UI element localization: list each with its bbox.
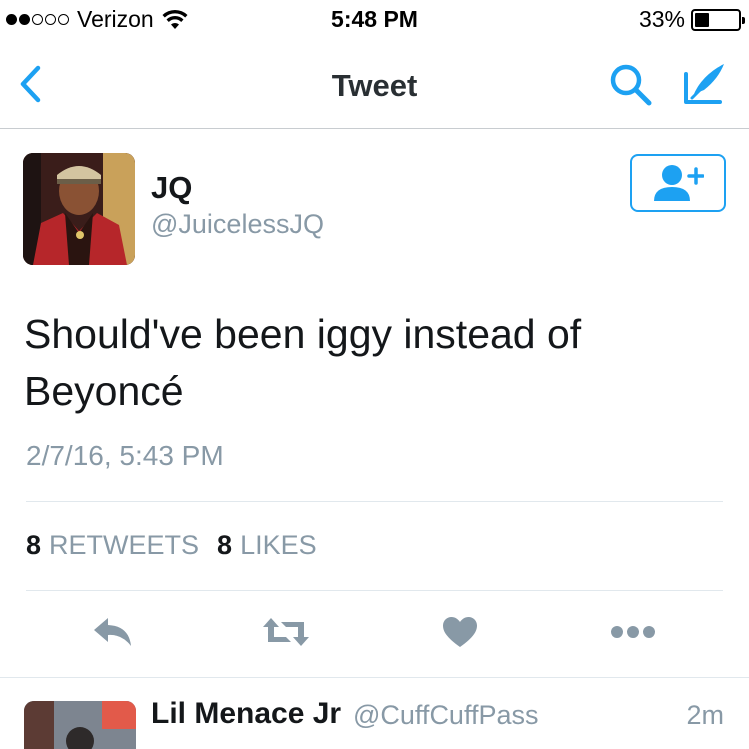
like-button[interactable] (440, 612, 480, 652)
tweet-actions (0, 612, 749, 656)
more-button[interactable] (608, 612, 658, 652)
retweet-button[interactable] (260, 612, 312, 652)
divider (26, 501, 723, 502)
tweet-stats: 8 RETWEETS 8 LIKES (26, 530, 335, 561)
battery-fill (695, 12, 709, 27)
retweets-count: 8 (26, 530, 42, 560)
status-bar: Verizon 5:48 PM 33% (0, 0, 749, 40)
divider (0, 677, 749, 678)
retweet-icon (263, 618, 309, 646)
divider (26, 590, 723, 591)
follow-button[interactable] (630, 154, 726, 212)
reply-icon (94, 618, 131, 646)
nav-bar: Tweet (0, 40, 749, 129)
status-left: Verizon (6, 6, 188, 33)
tweet-text-line-2: Beyoncé (24, 368, 184, 414)
heart-icon (443, 617, 477, 647)
wifi-icon (162, 9, 188, 29)
avatar-image (23, 153, 135, 265)
compose-button[interactable] (680, 60, 730, 108)
carrier-label: Verizon (77, 6, 154, 32)
status-right: 33% (638, 6, 745, 33)
search-button[interactable] (608, 62, 654, 108)
add-user-icon (654, 165, 704, 201)
retweets-stat[interactable]: 8 RETWEETS (26, 530, 199, 561)
retweets-label: RETWEETS (49, 530, 200, 560)
likes-label: LIKES (240, 530, 317, 560)
likes-stat[interactable]: 8 LIKES (217, 530, 317, 561)
more-dots-icon (611, 626, 655, 638)
compose-quill-icon (684, 64, 724, 104)
author-handle[interactable]: @JuicelessJQ (151, 209, 324, 240)
reply-button[interactable] (90, 612, 136, 652)
tweet-text: Should've been iggy instead of Beyoncé (24, 306, 724, 420)
chevron-left-icon (20, 65, 41, 103)
search-icon (610, 64, 652, 106)
reply-author-handle[interactable]: @CuffCuffPass (353, 700, 539, 731)
author-name[interactable]: JQ (151, 170, 192, 206)
likes-count: 8 (217, 530, 233, 560)
tweet-text-line-1: Should've been iggy instead of (24, 311, 582, 357)
battery-percent: 33% (638, 6, 685, 32)
back-button[interactable] (14, 62, 50, 106)
reply-author-name[interactable]: Lil Menace Jr (151, 697, 341, 731)
tweet-timestamp: 2/7/16, 5:43 PM (26, 440, 224, 471)
reply-avatar[interactable] (24, 701, 136, 749)
author-avatar[interactable] (23, 153, 135, 265)
signal-strength-icon (6, 14, 71, 25)
reply-time: 2m (686, 700, 724, 730)
battery-icon (691, 8, 745, 31)
reply-avatar-image (24, 701, 136, 749)
